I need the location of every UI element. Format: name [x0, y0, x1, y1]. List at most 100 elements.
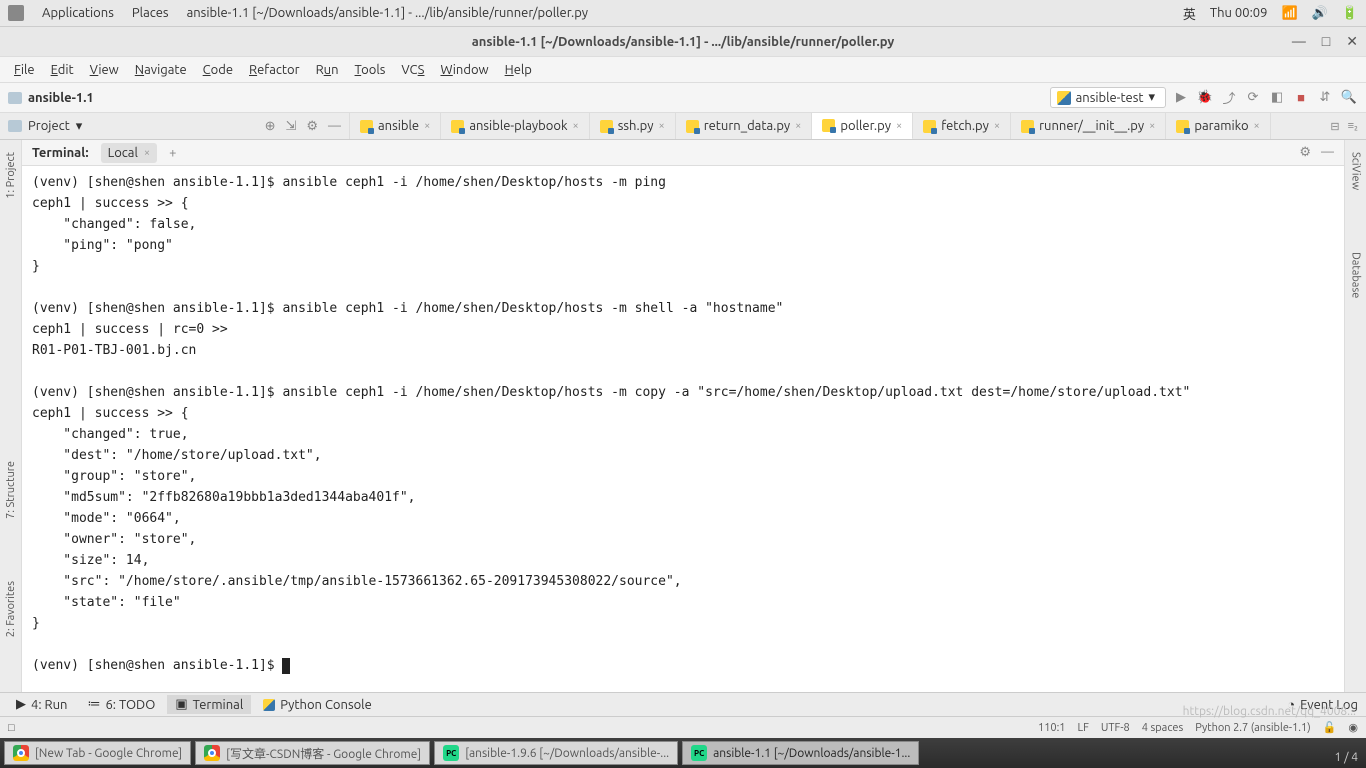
tool-terminal[interactable]: ▣Terminal [167, 695, 251, 714]
close-icon[interactable]: × [144, 147, 150, 159]
editor-tab[interactable]: return_data.py× [676, 113, 813, 139]
caret-position[interactable]: 110:1 [1038, 722, 1066, 734]
close-icon[interactable]: × [424, 120, 430, 132]
terminal-header: Terminal: [32, 146, 89, 160]
terminal-tab-local[interactable]: Local × [101, 143, 158, 163]
tab-options-icon[interactable]: ⊟ [1330, 120, 1339, 133]
taskbar-label: [写文章-CSDN博客 - Google Chrome] [226, 745, 421, 762]
taskbar-item[interactable]: [New Tab - Google Chrome] [4, 741, 191, 765]
close-icon[interactable]: × [659, 120, 665, 132]
project-label[interactable]: Project [28, 119, 70, 133]
breadcrumb-root[interactable]: ansible-1.1 [28, 91, 94, 105]
tool-sciview[interactable]: SciView [1350, 146, 1362, 196]
maximize-button[interactable]: □ [1322, 33, 1330, 50]
taskbar-item[interactable]: ansible-1.1 [~/Downloads/ansible-1... [682, 741, 919, 765]
tool-structure[interactable]: 7: Structure [5, 455, 17, 525]
network-icon[interactable]: 📶 [1281, 6, 1297, 21]
file-encoding[interactable]: UTF-8 [1101, 722, 1130, 734]
taskbar-item[interactable]: [写文章-CSDN博客 - Google Chrome] [195, 741, 430, 765]
editor-tab[interactable]: ansible× [350, 113, 441, 139]
taskbar-item[interactable]: [ansible-1.9.6 [~/Downloads/ansible-... [434, 741, 678, 765]
editor-tab[interactable]: paramiko × [1166, 113, 1270, 139]
menu-run[interactable]: Run [310, 61, 345, 79]
taskbar-label: ansible-1.1 [~/Downloads/ansible-1... [713, 747, 910, 760]
menu-view[interactable]: View [84, 61, 125, 79]
vcs-update-icon[interactable]: ⇵ [1316, 90, 1334, 105]
stop-button[interactable]: ■ [1292, 90, 1310, 105]
menu-applications[interactable]: Applications [42, 6, 114, 20]
menu-help[interactable]: Help [499, 61, 538, 79]
python-file-icon [1021, 120, 1034, 133]
tool-python-console[interactable]: Python Console [255, 696, 380, 714]
collapse-icon[interactable]: ⇲ [285, 119, 296, 134]
run-button[interactable]: ▶ [1172, 90, 1190, 105]
close-icon[interactable]: × [994, 120, 1000, 132]
terminal-output[interactable]: (venv) [shen@shen ansible-1.1]$ ansible … [22, 166, 1344, 692]
menu-vcs[interactable]: VCS [395, 61, 430, 79]
clock[interactable]: Thu 00:09 [1210, 6, 1268, 20]
profile-button[interactable]: ⟳ [1244, 90, 1262, 105]
tab-label: poller.py [840, 119, 891, 133]
editor-tab[interactable]: ssh.py× [590, 113, 676, 139]
os-taskbar: [New Tab - Google Chrome] [写文章-CSDN博客 - G… [0, 738, 1366, 768]
activities-icon[interactable] [8, 5, 24, 21]
taskbar-label: [ansible-1.9.6 [~/Downloads/ansible-... [465, 747, 669, 760]
run-config-selector[interactable]: ansible-test ▾ [1050, 87, 1166, 108]
close-button[interactable]: ✕ [1346, 33, 1358, 50]
gnome-top-bar: Applications Places ansible-1.1 [~/Downl… [0, 0, 1366, 27]
tab-list-icon[interactable]: ≡₂ [1348, 120, 1358, 132]
menu-refactor[interactable]: Refactor [243, 61, 306, 79]
gear-icon[interactable]: ⚙ [306, 119, 318, 134]
close-icon[interactable]: × [795, 120, 801, 132]
editor-tab[interactable]: fetch.py × [913, 113, 1011, 139]
hide-icon[interactable]: — [1321, 145, 1334, 160]
debug-button[interactable]: 🐞 [1196, 90, 1214, 105]
python-file-icon [451, 120, 464, 133]
python-interpreter[interactable]: Python 2.7 (ansible-1.1) [1195, 722, 1310, 734]
menu-window[interactable]: Window [434, 61, 494, 79]
gear-icon[interactable]: ⚙ [1299, 145, 1311, 160]
tool-todo[interactable]: ≔6: TODO [79, 695, 163, 714]
coverage-button[interactable]: ⤴ [1220, 88, 1238, 107]
volume-icon[interactable]: 🔊 [1312, 6, 1328, 21]
inspections-icon[interactable]: ◉ [1348, 721, 1358, 734]
tool-project[interactable]: 1: Project [5, 146, 17, 205]
hide-icon[interactable]: — [328, 119, 341, 134]
tab-label: ansible-playbook [469, 119, 567, 133]
menu-edit[interactable]: Edit [45, 61, 80, 79]
tool-event-log[interactable]: ◔Event Log [1287, 697, 1358, 712]
run-config-name: ansible-test [1076, 91, 1144, 105]
editor-tab[interactable]: runner/__init__.py × [1011, 113, 1166, 139]
indent-settings[interactable]: 4 spaces [1142, 722, 1184, 734]
line-separator[interactable]: LF [1078, 722, 1089, 734]
menu-file[interactable]: File [8, 61, 41, 79]
menu-tools[interactable]: Tools [349, 61, 392, 79]
status-message-icon[interactable]: □ [8, 722, 15, 734]
minimize-button[interactable]: — [1292, 33, 1306, 50]
chevron-down-icon[interactable]: ▾ [76, 119, 83, 134]
locate-icon[interactable]: ⊕ [265, 119, 276, 134]
close-icon[interactable]: × [1149, 120, 1155, 132]
concurrency-button[interactable]: ◧ [1268, 90, 1286, 105]
close-icon[interactable]: × [1254, 120, 1260, 132]
tab-label: paramiko [1194, 119, 1248, 133]
tab-label: runner/__init__.py [1039, 119, 1144, 133]
close-icon[interactable]: × [896, 120, 902, 132]
tab-label: fetch.py [941, 119, 989, 133]
editor-tab[interactable]: poller.py × [812, 113, 913, 139]
menu-code[interactable]: Code [197, 61, 239, 79]
editor-tab[interactable]: ansible-playbook × [441, 113, 589, 139]
tool-favorites[interactable]: 2: Favorites [5, 575, 17, 643]
main-area: 1: Project 7: Structure 2: Favorites Ter… [0, 140, 1366, 692]
tool-database[interactable]: Database [1350, 246, 1362, 304]
tool-run[interactable]: ▶4: Run [8, 695, 75, 714]
close-icon[interactable]: × [573, 120, 579, 132]
new-terminal-tab[interactable]: + [169, 146, 176, 160]
menu-places[interactable]: Places [132, 6, 169, 20]
ime-indicator[interactable]: 英 [1183, 4, 1196, 23]
search-button[interactable]: 🔍 [1340, 90, 1358, 105]
lock-icon[interactable]: 🔓 [1323, 721, 1337, 734]
battery-icon[interactable]: 🔋 [1342, 6, 1358, 21]
menu-navigate[interactable]: Navigate [129, 61, 193, 79]
folder-icon [8, 92, 22, 104]
